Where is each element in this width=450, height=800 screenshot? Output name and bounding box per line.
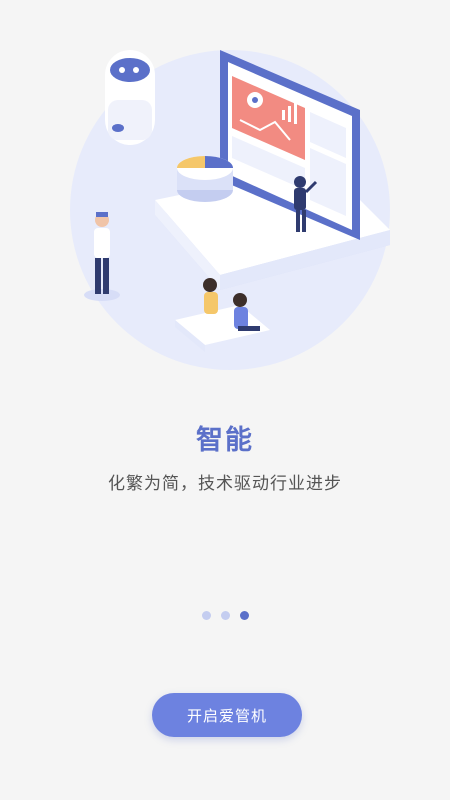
onboarding-screen: 智能 化繁为简，技术驱动行业进步 开启爱管机 — [0, 0, 450, 800]
page-indicator — [0, 611, 450, 620]
page-indicator-dot-2[interactable] — [220, 611, 230, 620]
page-indicator-dot-1[interactable] — [201, 611, 211, 620]
illustration — [60, 40, 400, 370]
pie-chart-icon — [177, 156, 233, 202]
page-subtitle: 化繁为简，技术驱动行业进步 — [108, 474, 342, 494]
page-title: 智能 — [196, 425, 254, 456]
page-indicator-dot-3-active[interactable] — [239, 611, 249, 620]
smart-analytics-illustration-icon — [70, 50, 390, 370]
start-button[interactable]: 开启爱管机 — [152, 693, 302, 737]
robot-icon — [105, 50, 155, 145]
